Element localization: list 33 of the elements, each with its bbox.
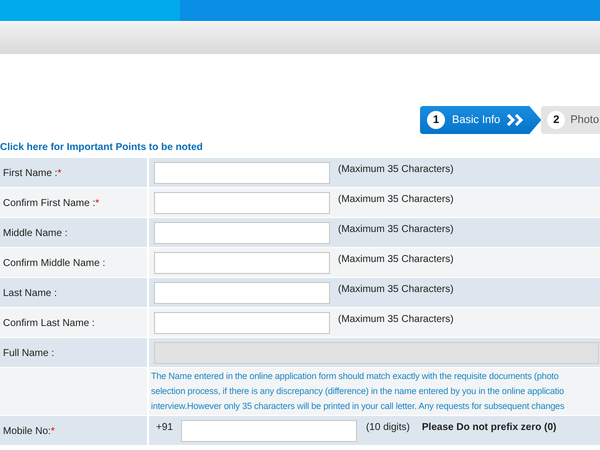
- text-field[interactable]: [154, 252, 330, 274]
- step-number: 1: [427, 111, 445, 129]
- field-label: First Name :*: [3, 168, 62, 179]
- mobile-field[interactable]: [180, 420, 357, 442]
- step-number: 2: [547, 111, 566, 129]
- field-hint: (Maximum 35 Characters): [338, 193, 454, 205]
- important-points-link[interactable]: Click here for Important Points to be noted: [0, 142, 203, 153]
- field-hint: (Maximum 35 Characters): [338, 223, 454, 235]
- field-hint: (Maximum 35 Characters): [338, 283, 454, 295]
- field-hint: (Maximum 35 Characters): [338, 163, 454, 175]
- country-code: +91: [155, 421, 174, 433]
- field-hint: (Maximum 35 Characters): [338, 253, 454, 265]
- step-label: Photo: [570, 114, 600, 126]
- field-label: Full Name :: [3, 348, 54, 359]
- step-label: Basic Info: [452, 114, 500, 126]
- step-tab[interactable]: 1 Basic Info: [420, 106, 542, 134]
- name-notice: The Name entered in the online application form should match exactly with the requisite documents (photo selection process, if there is any discrepancy (difference) in the name entered by you in the online applicatio interview.However only 35 characters will be printed in your call letter. Any requests for subsequent changes: [150, 370, 564, 413]
- text-field[interactable]: [154, 282, 330, 304]
- zero-warning: Please Do not prefix zero (0): [422, 421, 556, 433]
- double-chevron-icon: [507, 114, 526, 126]
- field-label: Confirm First Name :*: [3, 198, 100, 209]
- field-hint: (10 digits): [366, 421, 410, 433]
- field-label: Mobile No:*: [3, 426, 55, 437]
- field-hint: (Maximum 35 Characters): [338, 313, 454, 325]
- step-tab[interactable]: 2 Photo: [541, 106, 600, 134]
- field-label: Confirm Last Name :: [3, 318, 95, 329]
- field-label: Confirm Middle Name :: [3, 258, 106, 269]
- text-field[interactable]: [154, 162, 330, 184]
- text-field[interactable]: [154, 312, 330, 334]
- text-field[interactable]: [154, 222, 330, 244]
- text-field[interactable]: [154, 192, 330, 214]
- field-label: Last Name :: [3, 288, 57, 299]
- field-label: Middle Name :: [3, 228, 68, 239]
